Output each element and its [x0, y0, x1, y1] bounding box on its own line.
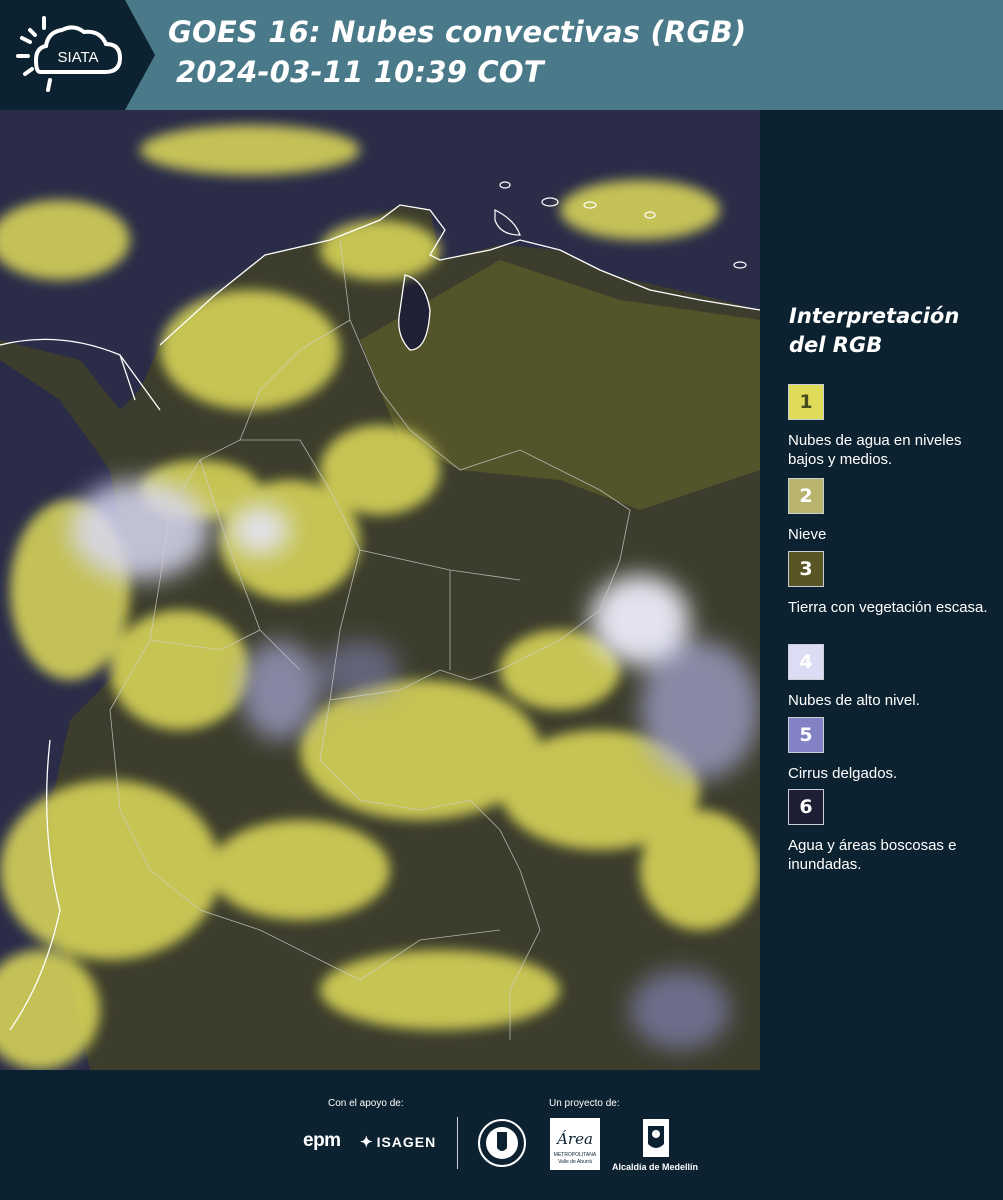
legend-item-5: 5 Cirrus delgados.: [788, 717, 993, 783]
support-label: Con el apoyo de:: [328, 1098, 404, 1109]
legend-label: Nubes de alto nivel.: [788, 692, 920, 709]
page-title: GOES 16: Nubes convectivas (RGB) 2024-03…: [168, 12, 746, 92]
legend-item-1: 1 Nubes de agua en niveles bajos y medio…: [788, 384, 993, 469]
legend-swatch: 1: [788, 384, 824, 420]
project-label: Un proyecto de:: [549, 1098, 620, 1109]
legend-swatch: 2: [788, 478, 824, 514]
legend-title: Interpretación del RGB: [789, 304, 960, 357]
alcaldia-text: Alcaldía de Medellín: [612, 1162, 699, 1172]
legend-label: Tierra con vegetación escasa.: [788, 599, 988, 616]
svg-text:METROPOLITANA: METROPOLITANA: [554, 1152, 597, 1158]
legend-label: Nubes de agua en niveles bajos y medios.: [788, 432, 962, 468]
siata-logo: SIATA: [0, 0, 155, 110]
isagen-logo: ✦ ISAGEN: [360, 1133, 436, 1151]
isagen-text: ISAGEN: [376, 1134, 437, 1150]
footer-divider: [457, 1117, 458, 1169]
svg-text:SIATA: SIATA: [57, 49, 98, 66]
legend-item-2: 2 Nieve: [788, 478, 993, 544]
header-bar: SIATA GOES 16: Nubes convectivas (RGB) 2…: [0, 0, 1003, 110]
isagen-symbol-icon: ✦: [360, 1134, 374, 1151]
legend-swatch: 6: [788, 789, 824, 825]
svg-text:Área: Área: [555, 1130, 593, 1148]
medellin-seal-logo: [477, 1118, 527, 1173]
footer: Con el apoyo de: Un proyecto de: epm ✦ I…: [0, 1070, 1003, 1200]
legend-item-6: 6 Agua y áreas boscosas e inundadas.: [788, 789, 993, 874]
legend-label: Agua y áreas boscosas e inundadas.: [788, 837, 957, 873]
title-product: GOES 16: Nubes convectivas (RGB): [168, 15, 747, 49]
satellite-map: [0, 110, 760, 1070]
legend-swatch: 4: [788, 644, 824, 680]
area-metropolitana-logo: Área METROPOLITANA Valle de Aburrá: [550, 1118, 600, 1170]
title-timestamp: 2024-03-11 10:39 COT: [176, 55, 544, 89]
legend-panel: Interpretación del RGB 1 Nubes de agua e…: [760, 110, 1003, 1070]
legend-item-3: 3 Tierra con vegetación escasa.: [788, 551, 993, 617]
svg-text:Valle de Aburrá: Valle de Aburrá: [558, 1159, 592, 1165]
alcaldia-shield-icon: [642, 1118, 670, 1163]
legend-swatch: 5: [788, 717, 824, 753]
epm-logo: epm: [303, 1130, 341, 1151]
legend-label: Cirrus delgados.: [788, 765, 898, 782]
legend-label: Nieve: [788, 526, 827, 543]
legend-item-4: 4 Nubes de alto nivel.: [788, 644, 993, 710]
legend-swatch: 3: [788, 551, 824, 587]
